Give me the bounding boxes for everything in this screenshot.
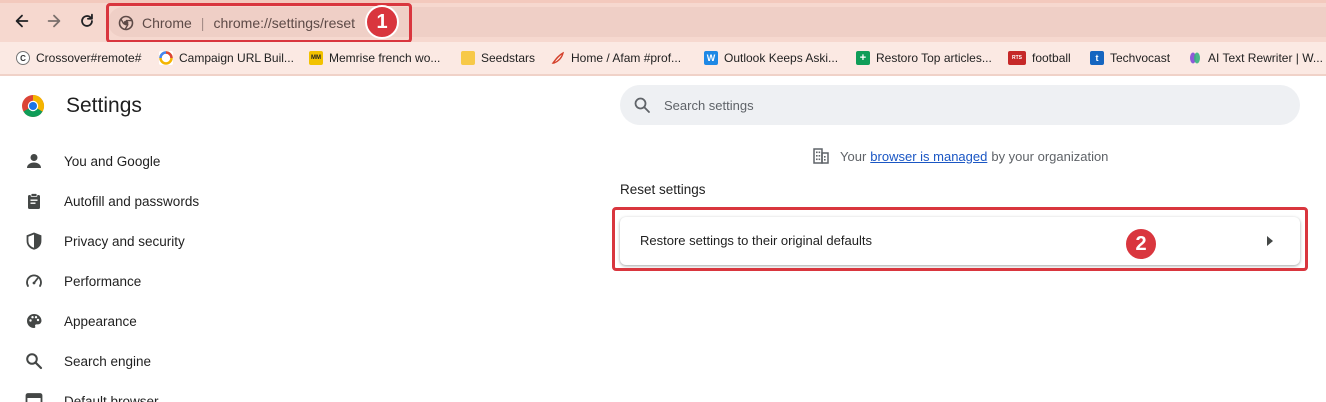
bookmark-item[interactable]: Home / Afam #prof... bbox=[551, 49, 681, 67]
chrome-logo-icon bbox=[22, 95, 45, 118]
search-input[interactable] bbox=[664, 94, 1264, 116]
sheets-icon: + bbox=[856, 51, 870, 65]
bookmarks-divider bbox=[0, 74, 1326, 76]
speedometer-icon bbox=[24, 271, 44, 291]
sidebar-item-performance[interactable]: Performance bbox=[24, 269, 141, 293]
sidebar-item-autofill[interactable]: Autofill and passwords bbox=[24, 189, 199, 213]
c-circle-icon: C bbox=[16, 51, 30, 65]
forward-arrow-icon bbox=[47, 14, 61, 28]
magnifier-icon bbox=[24, 351, 44, 371]
building-icon bbox=[813, 148, 829, 164]
sidebar-item-privacy[interactable]: Privacy and security bbox=[24, 229, 185, 253]
bookmark-label: Campaign URL Buil... bbox=[179, 51, 294, 65]
t-icon: t bbox=[1090, 51, 1104, 65]
rts-icon: RTS bbox=[1008, 51, 1026, 65]
memrise-icon: MM bbox=[309, 51, 323, 65]
google-analytics-icon bbox=[159, 51, 173, 65]
bookmark-label: Outlook Keeps Aski... bbox=[724, 51, 839, 65]
palette-icon bbox=[24, 311, 44, 331]
bookmark-item[interactable]: MM Memrise french wo... bbox=[309, 49, 440, 67]
person-icon bbox=[24, 151, 44, 171]
back-arrow-icon bbox=[15, 14, 29, 28]
callout-badge-2: 2 bbox=[1124, 227, 1158, 261]
search-icon bbox=[634, 97, 650, 113]
bookmark-label: football bbox=[1032, 51, 1071, 65]
sidebar-item-label: Default browser bbox=[64, 393, 159, 402]
bookmark-item[interactable]: RTS football bbox=[1008, 49, 1071, 67]
ai-rewriter-icon bbox=[1188, 51, 1202, 65]
sidebar-item-default-browser[interactable]: Default browser bbox=[24, 389, 159, 402]
reload-icon bbox=[81, 13, 93, 27]
bookmark-item[interactable]: W Outlook Keeps Aski... bbox=[704, 49, 838, 67]
bookmark-label: Crossover#remote# bbox=[36, 51, 142, 65]
sidebar-item-label: Appearance bbox=[64, 313, 137, 329]
bookmark-item[interactable]: t Techvocast bbox=[1090, 49, 1170, 67]
bookmark-item[interactable]: AI Text Rewriter | W... bbox=[1188, 49, 1323, 67]
w-icon: W bbox=[704, 51, 718, 65]
sidebar-item-label: Search engine bbox=[64, 353, 152, 369]
bookmark-label: Techvocast bbox=[1110, 51, 1171, 65]
bookmark-item[interactable]: Campaign URL Buil... bbox=[159, 49, 294, 67]
managed-prefix: Your bbox=[840, 148, 867, 164]
clipboard-icon bbox=[24, 191, 44, 211]
sidebar-item-search-engine[interactable]: Search engine bbox=[24, 349, 151, 373]
bookmark-label: Home / Afam #prof... bbox=[571, 51, 682, 65]
bookmark-item[interactable]: Seedstars bbox=[461, 49, 535, 67]
sidebar-item-you-and-google[interactable]: You and Google bbox=[24, 149, 160, 173]
bookmark-label: Memrise french wo... bbox=[329, 51, 441, 65]
browser-window-icon bbox=[24, 391, 44, 402]
folder-icon bbox=[461, 51, 475, 65]
managed-suffix: by your organization bbox=[991, 148, 1109, 164]
bookmark-label: Restoro Top articles... bbox=[876, 51, 992, 65]
bookmark-item[interactable]: + Restoro Top articles... bbox=[856, 49, 992, 67]
reload-button[interactable] bbox=[77, 11, 97, 31]
page-title: Settings bbox=[66, 94, 142, 117]
bookmark-label: AI Text Rewriter | W... bbox=[1208, 51, 1323, 65]
feather-icon bbox=[551, 51, 565, 65]
callout-box-restore-row bbox=[612, 207, 1308, 271]
sidebar-item-label: Privacy and security bbox=[64, 233, 185, 249]
browser-managed-link[interactable]: browser is managed bbox=[870, 149, 987, 164]
back-button[interactable] bbox=[12, 11, 32, 31]
callout-badge-1: 1 bbox=[365, 5, 399, 39]
managed-notice: Your browser is managed by your organiza… bbox=[812, 146, 1108, 166]
shield-icon bbox=[24, 231, 44, 251]
sidebar-item-label: Performance bbox=[64, 273, 142, 289]
bookmark-item[interactable]: C Crossover#remote# bbox=[16, 49, 141, 67]
section-title-reset-settings: Reset settings bbox=[620, 182, 706, 197]
forward-button[interactable] bbox=[44, 11, 64, 31]
bookmark-label: Seedstars bbox=[481, 51, 536, 65]
sidebar-item-label: You and Google bbox=[64, 153, 161, 169]
sidebar-item-appearance[interactable]: Appearance bbox=[24, 309, 137, 333]
sidebar-item-label: Autofill and passwords bbox=[64, 193, 200, 209]
